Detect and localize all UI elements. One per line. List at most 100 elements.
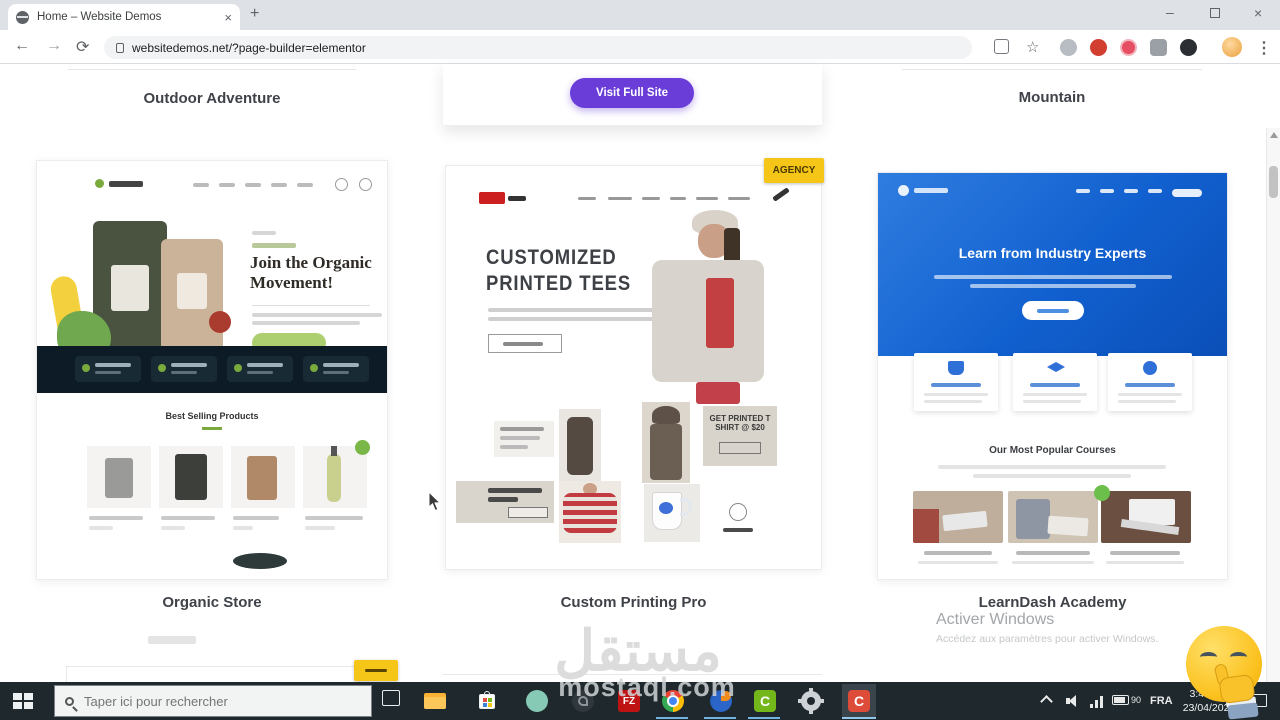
nav-placeholder: [1076, 189, 1090, 193]
course-thumbnail: [913, 491, 1003, 543]
windows-logo-pane: [24, 693, 33, 700]
page-scrollbar[interactable]: [1266, 128, 1280, 720]
product-image: [175, 454, 207, 500]
translate-icon[interactable]: [994, 39, 1009, 54]
printing-shop-button: [488, 334, 562, 353]
store-logo-pane: [488, 698, 492, 702]
profile-avatar[interactable]: [1222, 37, 1242, 57]
feature-pill: [303, 356, 369, 382]
signal-bar: [1090, 704, 1093, 708]
tab-close-icon[interactable]: ×: [224, 10, 232, 25]
windows-logo-pane: [13, 693, 22, 700]
forward-icon[interactable]: →: [46, 37, 62, 55]
nav-placeholder: [696, 197, 718, 200]
url-text[interactable]: websitedemos.net/?page-builder=elementor: [132, 41, 366, 55]
demo-label-mountain[interactable]: Mountain: [952, 89, 1152, 106]
leaf-icon: [234, 364, 242, 372]
file-explorer-icon[interactable]: [424, 690, 446, 712]
feature-title-placeholder: [1125, 383, 1175, 387]
text-placeholder: [488, 317, 656, 321]
card-bottom-edge: [902, 69, 1202, 70]
text-placeholder: [252, 243, 296, 248]
demo-label-outdoor[interactable]: Outdoor Adventure: [100, 90, 324, 107]
apple-image: [209, 311, 231, 333]
taskbar-search-box[interactable]: [54, 685, 372, 717]
demo-card-hover[interactable]: Visit Full Site: [443, 64, 822, 126]
nav-placeholder: [1148, 189, 1162, 193]
nav-placeholder: [578, 197, 596, 200]
learndash-logo-icon: [898, 185, 909, 196]
network-icon[interactable]: [1090, 694, 1106, 708]
tray-chevron-icon[interactable]: [1040, 695, 1053, 708]
demo-card-learndash[interactable]: Learn from Industry Experts Our Most Pop…: [877, 172, 1228, 580]
window-maximize-button[interactable]: [1210, 8, 1220, 18]
reload-icon[interactable]: ⟳: [76, 37, 89, 57]
language-indicator[interactable]: FRA: [1150, 695, 1173, 707]
extension-gray-icon[interactable]: [1060, 39, 1077, 56]
demo-card-custom-printing[interactable]: AGENCY CUSTOMIZED PRINTED TEES GET PRINT…: [445, 158, 824, 570]
bag-label: [177, 273, 207, 309]
product-tile: [231, 446, 295, 508]
new-tab-button[interactable]: +: [250, 5, 259, 23]
back-icon[interactable]: ←: [14, 37, 30, 55]
extension-pink-icon[interactable]: [1120, 39, 1137, 56]
store-logo-pane: [483, 698, 487, 702]
person-hair: [724, 228, 740, 264]
demo-label-learndash[interactable]: LearnDash Academy: [877, 594, 1228, 611]
browser-menu-icon[interactable]: ⋮: [1256, 38, 1272, 58]
nav-placeholder: [193, 183, 209, 187]
bookmark-star-icon[interactable]: ☆: [1026, 38, 1039, 56]
battery-icon[interactable]: [1112, 695, 1129, 705]
taskbar-search-input[interactable]: [84, 693, 334, 709]
organic-logo-icon: [95, 179, 104, 188]
text-placeholder: [252, 231, 276, 235]
browser-tab-strip: Home – Website Demos × + – ×: [0, 0, 1280, 30]
product-name-placeholder: [89, 516, 143, 520]
divider: [252, 305, 370, 306]
address-bar[interactable]: websitedemos.net/?page-builder=elementor: [104, 36, 972, 59]
window-minimize-button[interactable]: –: [1166, 4, 1174, 20]
leaf-icon: [158, 364, 166, 372]
signal-bar: [1095, 700, 1098, 708]
organic-products-title: Best Selling Products: [165, 411, 259, 421]
teal-app-icon[interactable]: [526, 690, 548, 712]
visit-full-site-button[interactable]: Visit Full Site: [570, 78, 694, 108]
text-placeholder: [323, 371, 349, 374]
product-image-partial: [233, 553, 287, 569]
extension-red-icon[interactable]: [1090, 39, 1107, 56]
model-figure: [650, 424, 682, 480]
course-thumbnail: [1008, 491, 1098, 543]
camtasia-icon[interactable]: C: [754, 690, 776, 712]
scroll-up-arrow[interactable]: [1270, 132, 1278, 138]
model-hat: [652, 406, 680, 424]
pencil-icon: [772, 187, 790, 202]
price-placeholder: [233, 526, 253, 530]
screen: Home – Website Demos × + – × ← → ⟳ websi…: [0, 0, 1280, 720]
window-close-button[interactable]: ×: [1254, 5, 1262, 21]
nav-button-placeholder: [1172, 189, 1202, 197]
scrollbar-thumb[interactable]: [1269, 166, 1278, 198]
extension-dark-icon[interactable]: [1180, 39, 1197, 56]
microsoft-store-icon[interactable]: [476, 690, 498, 712]
signal-bar: [1100, 696, 1103, 708]
leaf-icon: [82, 364, 90, 372]
demo-label-custom-printing[interactable]: Custom Printing Pro: [445, 594, 822, 611]
demo-label-organic-store[interactable]: Organic Store: [36, 594, 388, 611]
hand-shield-icon: [948, 361, 964, 375]
active-underline: [704, 717, 736, 719]
demo-card-organic-store[interactable]: Join the Organic Movement! Best Selling …: [36, 160, 388, 580]
camtasia-recorder-icon[interactable]: C: [848, 690, 870, 712]
text-placeholder: [500, 427, 544, 431]
start-button[interactable]: [13, 693, 33, 710]
text-placeholder: [723, 528, 753, 532]
activate-windows-text: Activer Windows: [936, 611, 1055, 628]
promo-line-2: SHIRT @ $20: [715, 423, 765, 432]
extension-camera-icon[interactable]: [1150, 39, 1167, 56]
printing-headline-2: PRINTED TEES: [486, 272, 632, 295]
active-underline: [656, 717, 688, 719]
task-view-button[interactable]: [382, 690, 400, 706]
text-placeholder: [488, 488, 542, 493]
green-divider: [202, 427, 222, 430]
browser-tab[interactable]: Home – Website Demos ×: [8, 4, 240, 30]
settings-icon[interactable]: [798, 688, 824, 714]
